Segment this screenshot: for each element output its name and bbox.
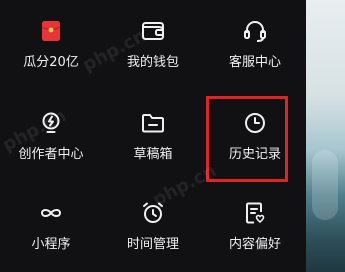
grid-item-label: 小程序 bbox=[31, 237, 71, 252]
document-heart-icon bbox=[241, 199, 269, 227]
grid-item-time-management[interactable]: 时间管理 bbox=[102, 182, 204, 272]
grid-item-label: 客服中心 bbox=[228, 55, 281, 70]
headset-icon bbox=[241, 17, 269, 45]
background-image-strip bbox=[306, 0, 345, 272]
history-highlight-box bbox=[206, 96, 288, 182]
folder-icon bbox=[139, 109, 167, 137]
grid-item-label: 时间管理 bbox=[126, 237, 179, 252]
grid-item-label: 创作者中心 bbox=[18, 147, 84, 162]
wallet-icon bbox=[139, 17, 167, 45]
me-menu-screen: 瓜分20亿 我的钱包 客服中心 创作者中心 草稿箱 历史记录 小程序 时间管理 … bbox=[0, 0, 345, 272]
grid-item-label: 草稿箱 bbox=[133, 147, 173, 162]
lightbulb-icon bbox=[37, 109, 65, 137]
grid-item-label: 瓜分20亿 bbox=[23, 55, 79, 70]
infinity-icon bbox=[37, 199, 65, 227]
grid-item-mini-program[interactable]: 小程序 bbox=[0, 182, 102, 272]
grid-item-creator-center[interactable]: 创作者中心 bbox=[0, 92, 102, 182]
alarm-clock-icon bbox=[139, 199, 167, 227]
grid-item-red-envelope[interactable]: 瓜分20亿 bbox=[0, 0, 102, 90]
grid-item-customer-service[interactable]: 客服中心 bbox=[204, 0, 306, 90]
grid-item-wallet[interactable]: 我的钱包 bbox=[102, 0, 204, 90]
grid-item-drafts[interactable]: 草稿箱 bbox=[102, 92, 204, 182]
grid-item-label: 内容偏好 bbox=[228, 237, 281, 252]
red-envelope-icon bbox=[37, 17, 65, 45]
grid-item-label: 我的钱包 bbox=[126, 55, 179, 70]
grid-item-content-preference[interactable]: 内容偏好 bbox=[204, 182, 306, 272]
